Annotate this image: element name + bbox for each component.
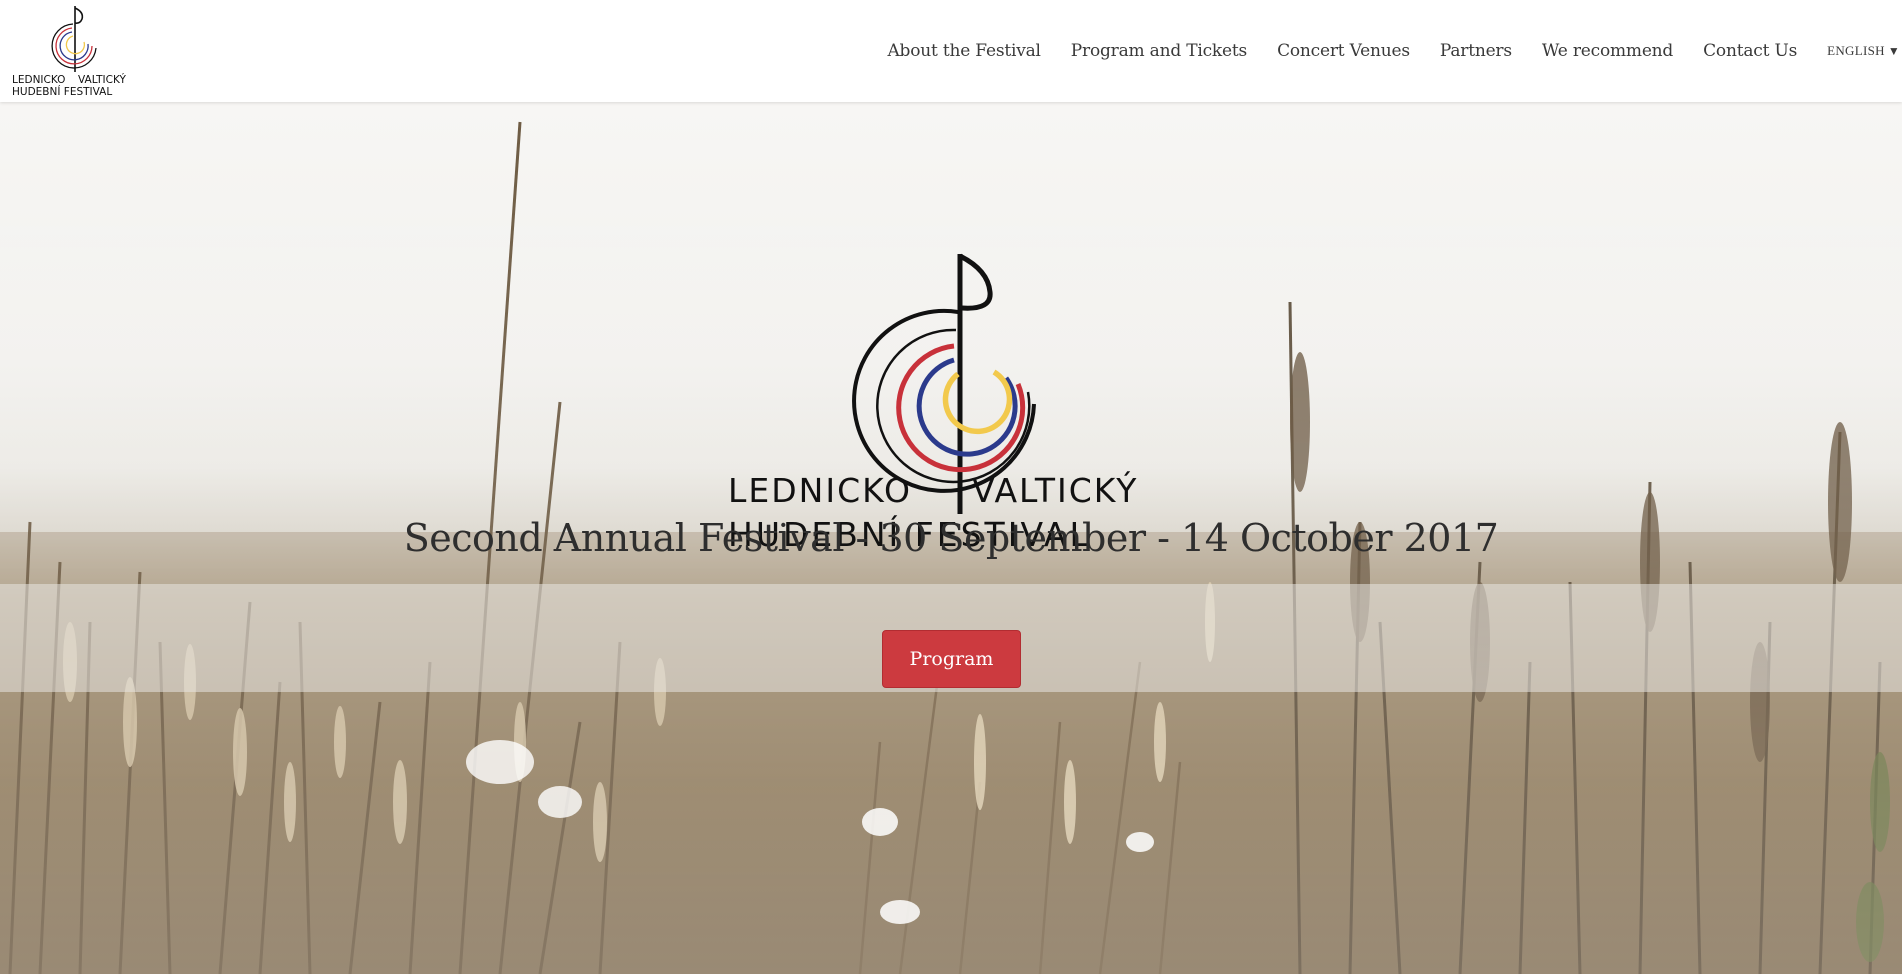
logo-line1-left: LEDNICKO [12,74,65,86]
logo-line1-right: VALTICKÝ [78,73,126,86]
nav-concert-venues[interactable]: Concert Venues [1277,41,1410,61]
festival-tagline: Second Annual Festival - 30 September - … [403,516,1499,560]
logo-icon: LEDNICKO VALTICKÝ HUDEBNÍ FESTIVAL [12,6,126,98]
nav-program-tickets[interactable]: Program and Tickets [1071,41,1247,61]
festival-logo: LEDNICKO VALTICKÝ HUDEBNÍ FESTIVAL [728,253,1138,554]
program-button[interactable]: Program [882,630,1021,688]
main-logo-line1-right: VALTICKÝ [972,470,1138,510]
chevron-down-icon: ▼ [1887,44,1900,58]
nav-partners[interactable]: Partners [1440,41,1512,61]
language-selector[interactable]: ENGLISH ▼ [1827,43,1900,59]
logo-line2: HUDEBNÍ FESTIVAL [12,85,112,98]
header-logo[interactable]: LEDNICKO VALTICKÝ HUDEBNÍ FESTIVAL [10,4,140,98]
nav-about[interactable]: About the Festival [887,41,1041,61]
main-nav: About the Festival Program and Tickets C… [857,0,1902,102]
site-header: LEDNICKO VALTICKÝ HUDEBNÍ FESTIVAL About… [0,0,1902,102]
language-label: ENGLISH [1827,43,1885,58]
main-logo-line1-left: LEDNICKO [728,471,912,510]
nav-we-recommend[interactable]: We recommend [1542,41,1673,61]
nav-contact-us[interactable]: Contact Us [1703,41,1797,61]
